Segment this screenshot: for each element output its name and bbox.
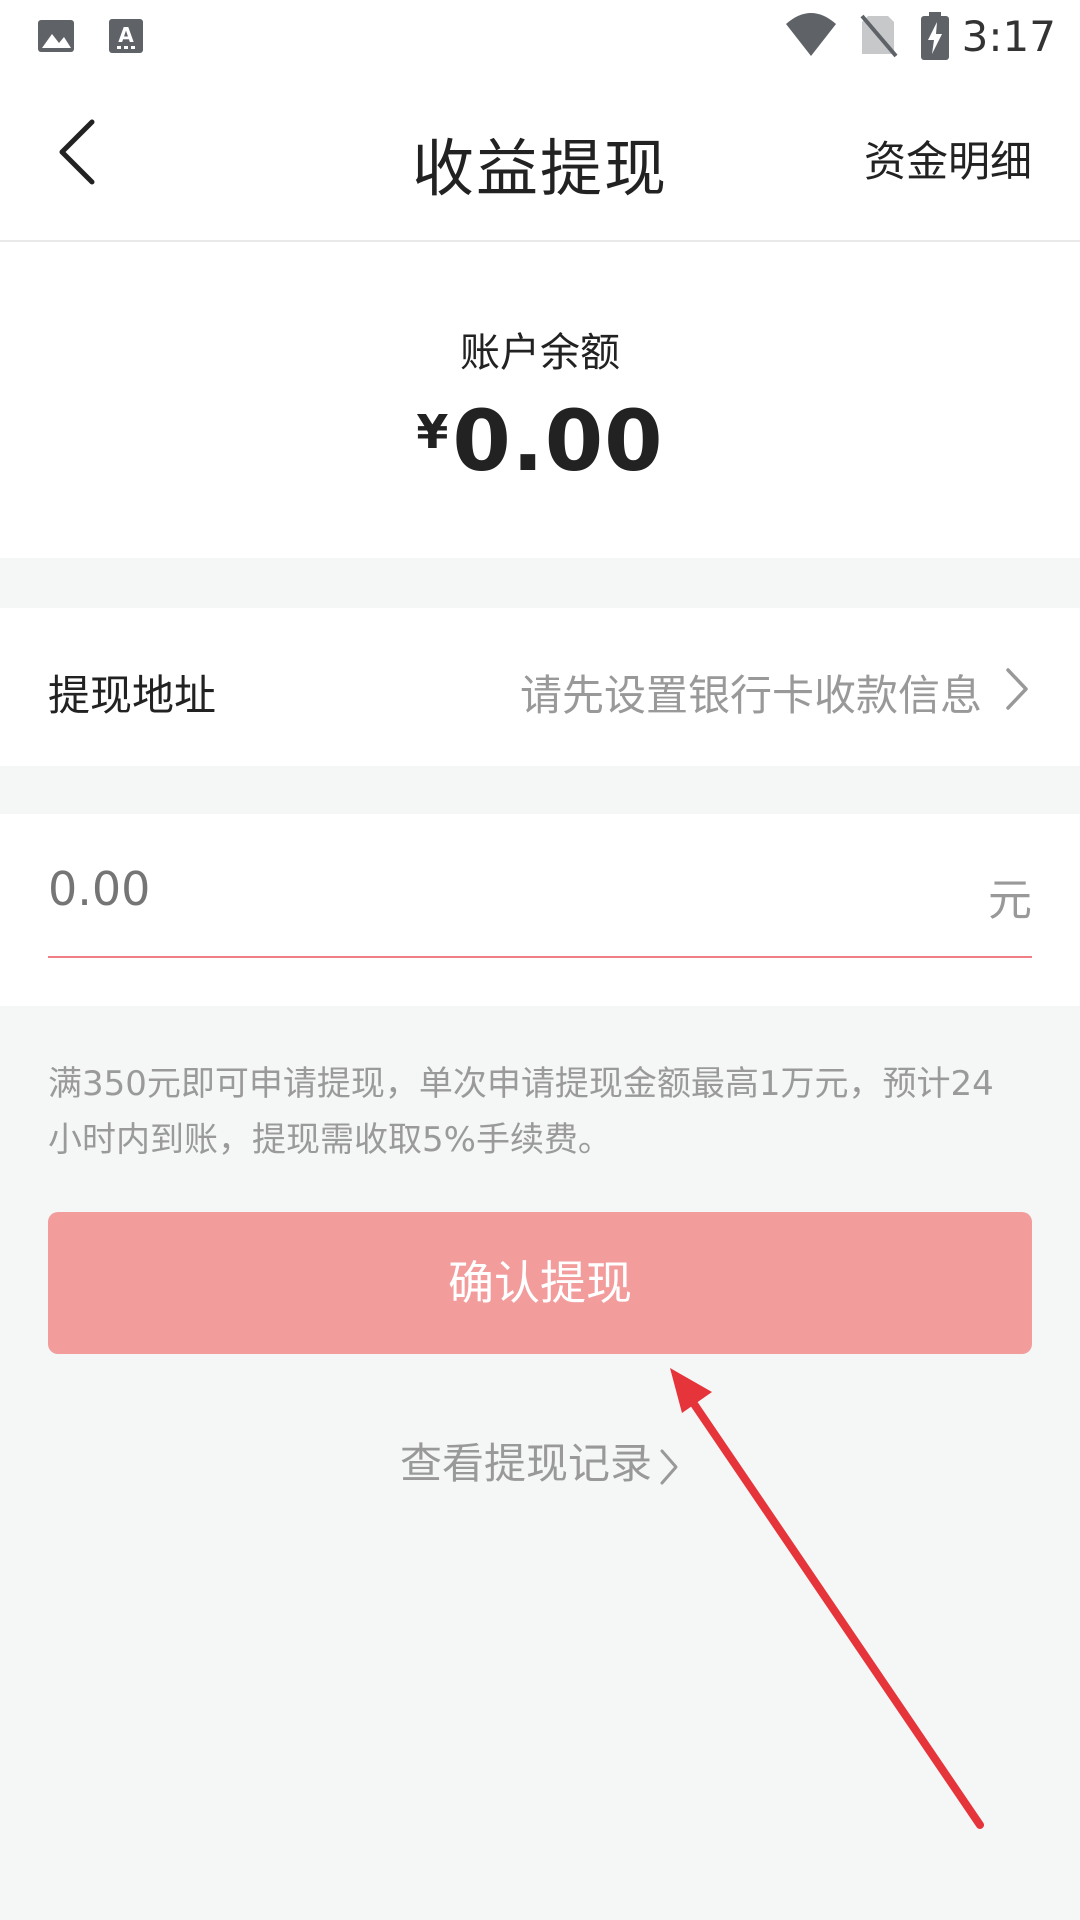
font-download-icon: A — [109, 19, 143, 53]
currency-symbol: ¥ — [416, 405, 449, 459]
view-records-label: 查看提现记录 — [399, 1439, 652, 1488]
amount-input[interactable] — [48, 854, 908, 924]
status-bar: A 3:17 — [0, 0, 1080, 72]
amount-unit: 元 — [988, 875, 1032, 926]
balance-amount: 0.00 — [452, 392, 664, 490]
battery-charging-icon — [921, 12, 949, 60]
image-icon — [38, 20, 74, 52]
withdraw-address-hint: 请先设置银行卡收款信息 — [519, 671, 982, 720]
wifi-icon — [786, 13, 836, 56]
withdraw-address-label: 提现地址 — [48, 671, 217, 720]
svg-text:A: A — [118, 23, 134, 47]
withdraw-address-row[interactable]: 提现地址 请先设置银行卡收款信息 — [0, 608, 1080, 766]
chevron-right-icon — [660, 1449, 678, 1484]
balance-label: 账户余额 — [460, 330, 620, 376]
amount-underline — [48, 956, 1032, 958]
withdraw-notice: 满350元即可申请提现，单次申请提现金额最高1万元，预计24小时内到账，提现需收… — [48, 1064, 994, 1160]
balance-value: ¥0.00 — [0, 392, 1080, 490]
balance-card: 账户余额 ¥0.00 — [0, 242, 1080, 558]
amount-card: 元 — [0, 814, 1080, 1006]
view-records-link[interactable]: 查看提现记录 — [0, 1430, 1080, 1491]
confirm-withdraw-button[interactable]: 确认提现 — [48, 1212, 1032, 1354]
no-sim-icon — [860, 14, 898, 58]
app-bar: 收益提现 资金明细 — [0, 72, 1080, 242]
status-time: 3:17 — [961, 12, 1056, 61]
chevron-right-icon — [1006, 668, 1028, 710]
fund-details-button[interactable]: 资金明细 — [864, 128, 1032, 189]
